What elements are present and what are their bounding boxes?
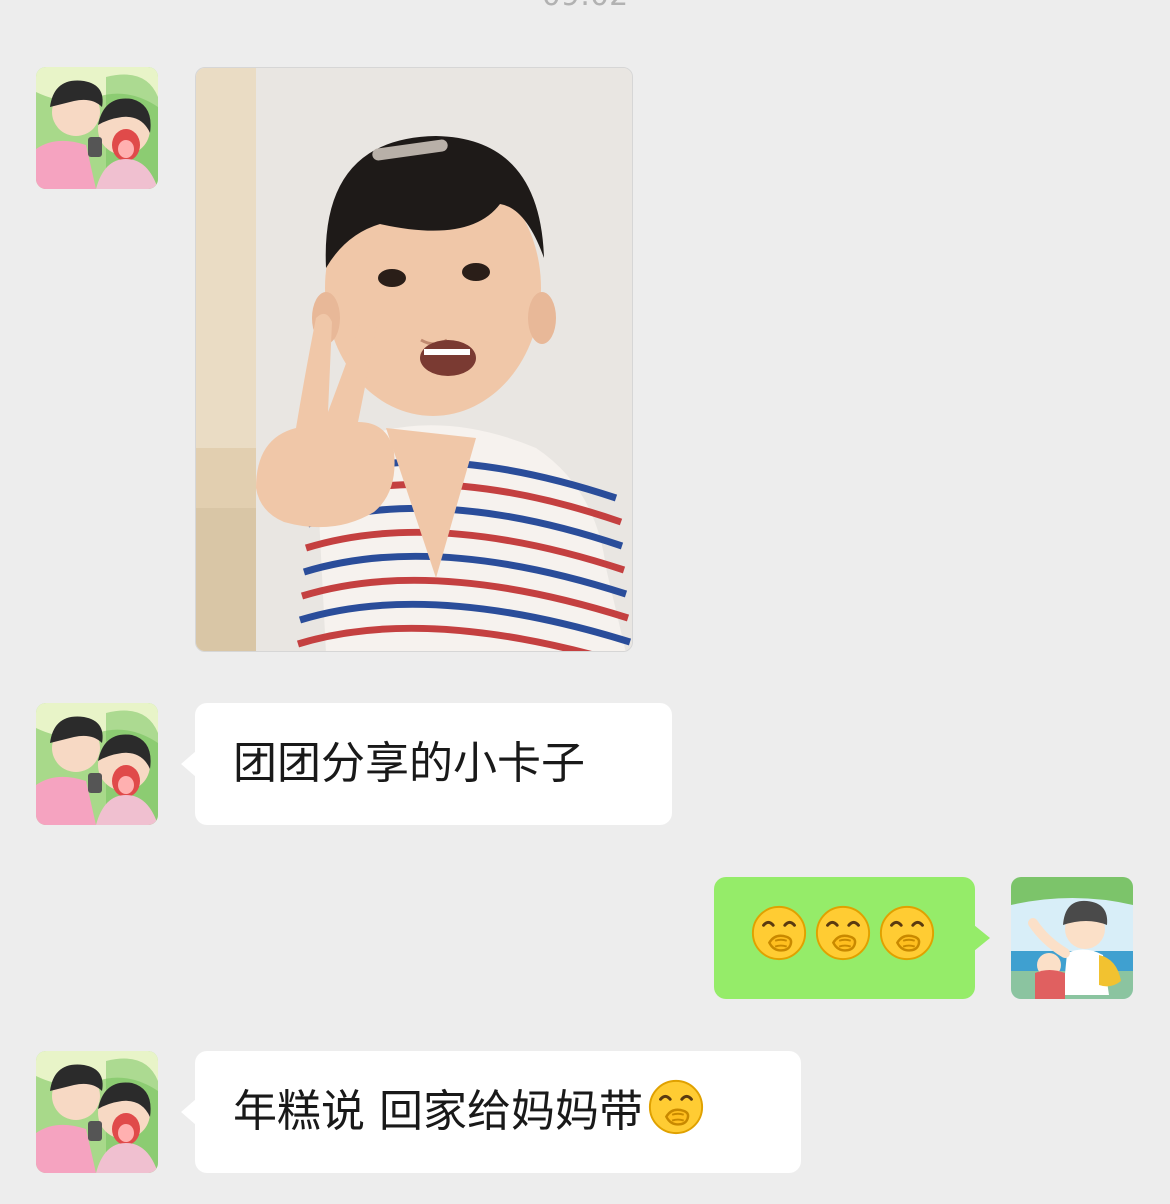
- outgoing-message-bubble[interactable]: [714, 877, 990, 999]
- photo-child-peace-sign-icon: [196, 68, 632, 651]
- cyclist-cartoon-avatar-icon: [1011, 877, 1133, 999]
- contact-avatar[interactable]: [36, 703, 158, 825]
- couple-cartoon-avatar-icon: [36, 703, 158, 825]
- message-timestamp: 09:02: [0, 0, 1170, 13]
- shy-giggle-emoji-icon: [878, 904, 936, 962]
- shy-giggle-emoji-icon: [814, 904, 872, 962]
- image-message[interactable]: [195, 67, 633, 652]
- message-text: 年糕说 回家给妈妈带: [233, 1086, 643, 1137]
- incoming-message-bubble[interactable]: 团团分享的小卡子: [181, 703, 672, 825]
- contact-avatar[interactable]: [36, 1051, 158, 1173]
- incoming-message-bubble[interactable]: 年糕说 回家给妈妈带: [181, 1051, 801, 1173]
- couple-cartoon-avatar-icon: [36, 67, 158, 189]
- contact-avatar[interactable]: [36, 67, 158, 189]
- couple-cartoon-avatar-icon: [36, 1051, 158, 1173]
- shy-giggle-emoji-icon: [750, 904, 808, 962]
- shy-giggle-emoji-icon: [647, 1078, 705, 1136]
- message-text: 团团分享的小卡子: [233, 738, 585, 789]
- self-avatar[interactable]: [1011, 877, 1133, 999]
